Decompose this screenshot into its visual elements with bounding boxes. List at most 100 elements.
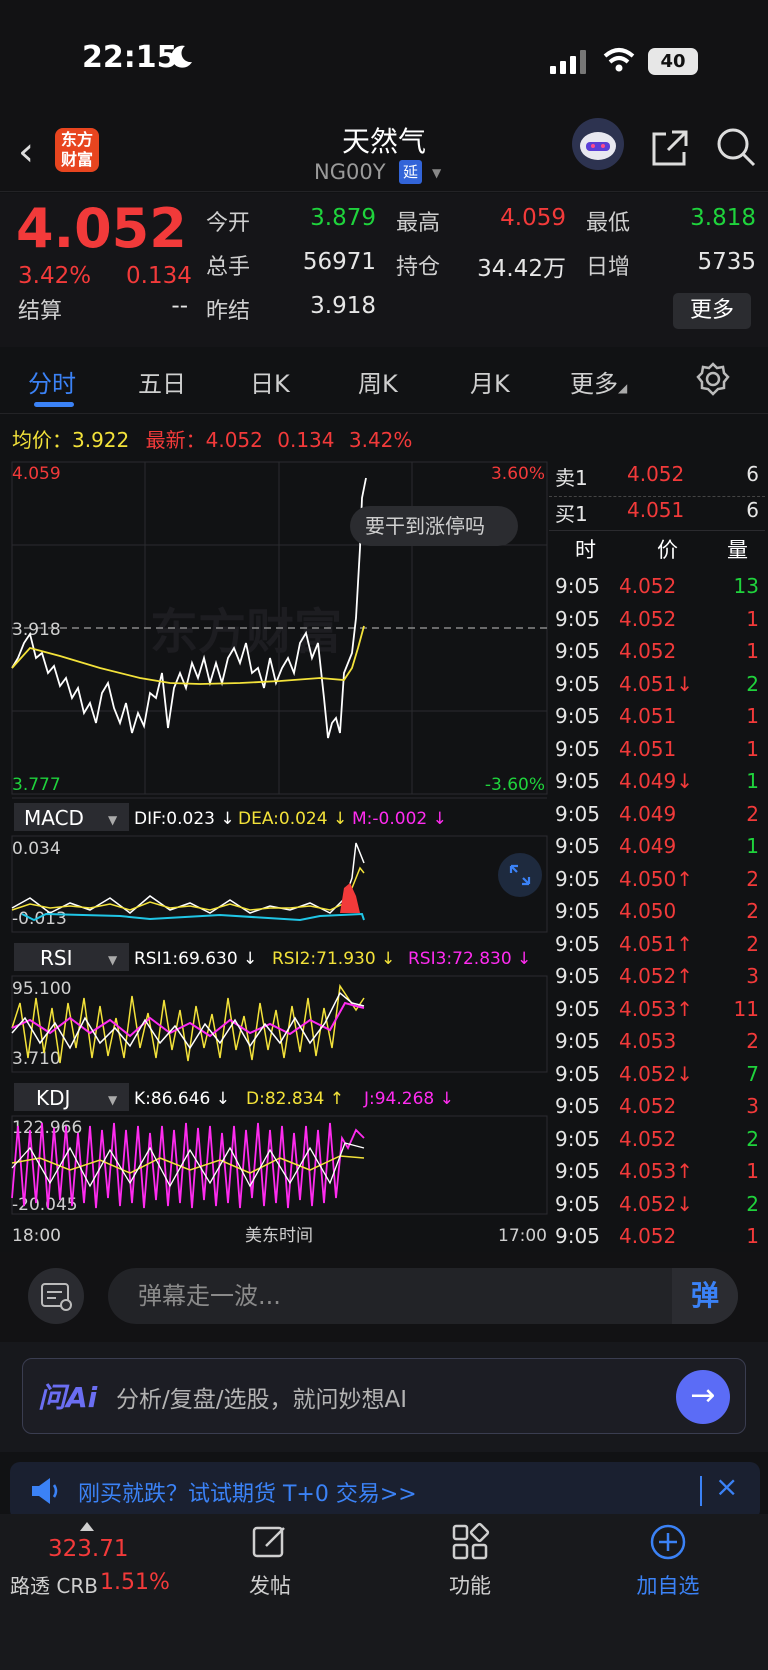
tab-weekly-k[interactable]: 周K bbox=[358, 364, 398, 399]
index-up-arrow-icon bbox=[80, 1522, 94, 1531]
trade-time: 9:05 bbox=[555, 931, 600, 956]
trade-volume: 2 bbox=[746, 899, 759, 923]
trade-price: 4.052↓ bbox=[619, 1061, 694, 1086]
y-mid-label: 3.918 bbox=[12, 620, 61, 640]
trade-volume: 1 bbox=[746, 639, 759, 663]
chart-tabs: 分时 五日 日K 周K 月K 更多◢ bbox=[0, 348, 768, 414]
gear-icon[interactable] bbox=[696, 362, 730, 396]
trade-time: 9:05 bbox=[555, 1094, 600, 1118]
trade-volume: 1 bbox=[746, 736, 759, 761]
trade-row: 9:05 4.052 2 bbox=[549, 1127, 765, 1159]
tab-monthly-k[interactable]: 月K bbox=[470, 364, 510, 399]
trade-volume: 2 bbox=[746, 801, 759, 826]
promo-text[interactable]: 刚买就跌？试试期货 T+0 交易>> bbox=[78, 1476, 417, 1508]
trade-row: 9:05 4.050↑ 2 bbox=[549, 867, 765, 899]
trade-price: 4.051↓ bbox=[619, 671, 694, 696]
settle-value: -- bbox=[171, 293, 188, 319]
daily-increase-value: 5735 bbox=[697, 249, 756, 275]
share-icon[interactable] bbox=[650, 128, 690, 168]
moon-icon bbox=[171, 45, 192, 68]
prev-settle-value: 3.918 bbox=[310, 293, 376, 319]
trade-volume: 1 bbox=[746, 1159, 759, 1183]
more-quote-button[interactable]: 更多 bbox=[673, 293, 751, 329]
trade-volume: 3 bbox=[746, 1094, 759, 1118]
kdj-d: D:82.834 ↑ bbox=[246, 1089, 344, 1109]
trade-time: 9:05 bbox=[555, 1029, 600, 1053]
trade-volume: 2 bbox=[746, 671, 759, 696]
svg-text:▼: ▼ bbox=[108, 1093, 118, 1107]
trade-time: 9:05 bbox=[555, 1126, 600, 1151]
add-circle-icon[interactable] bbox=[648, 1522, 688, 1562]
promo-banner[interactable]: 刚买就跌？试试期货 T+0 交易>> × bbox=[10, 1462, 760, 1520]
macd-m: M:-0.002 ↓ bbox=[352, 809, 447, 829]
index-name[interactable]: 路透 CRB bbox=[10, 1570, 98, 1599]
tab-more[interactable]: 更多◢ bbox=[570, 364, 627, 399]
active-tab-indicator bbox=[34, 402, 74, 407]
comment-settings-icon[interactable] bbox=[28, 1268, 84, 1324]
trade-row: 9:05 4.052 1 bbox=[549, 607, 765, 639]
danmaku-input[interactable]: 弹幕走一波... bbox=[108, 1268, 738, 1324]
low-label: 最低 bbox=[586, 211, 631, 236]
quote-panel: 4.052 3.42% 0.134 今开 3.879 最高 4.059 最低 3… bbox=[0, 193, 768, 347]
trade-row: 9:05 4.053↑ 11 bbox=[549, 997, 765, 1029]
last-price: 4.052 bbox=[16, 197, 187, 260]
trade-volume: 7 bbox=[746, 1061, 759, 1086]
tab-intraday[interactable]: 分时 bbox=[28, 364, 76, 399]
trade-price: 4.052 bbox=[619, 639, 677, 663]
search-icon[interactable] bbox=[715, 126, 757, 168]
daily-increase-label: 日增 bbox=[586, 255, 631, 280]
trade-price: 4.052↑ bbox=[619, 964, 694, 988]
macd-top: 0.034 bbox=[12, 839, 61, 859]
trade-time: 9:05 bbox=[555, 736, 600, 761]
kdj-bottom: -20.045 bbox=[12, 1195, 78, 1215]
macd-dea: DEA:0.024 ↓ bbox=[238, 809, 347, 829]
tab-five-day[interactable]: 五日 bbox=[138, 364, 186, 399]
high-label: 最高 bbox=[396, 211, 441, 236]
trade-time: 9:05 bbox=[555, 704, 600, 728]
trade-price: 4.052 bbox=[619, 1126, 677, 1151]
trade-price: 4.052↓ bbox=[619, 1191, 694, 1216]
rsi-panel: RSI ▼ RSI1:69.630 ↓ RSI2:71.930 ↓ RSI3:7… bbox=[11, 943, 548, 1073]
tab-daily-k[interactable]: 日K bbox=[250, 364, 290, 399]
index-pct[interactable]: 1.51% bbox=[100, 1570, 170, 1595]
trade-time: 9:05 bbox=[555, 801, 600, 826]
trade-row: 9:05 4.050 2 bbox=[549, 899, 765, 931]
chat-bubble[interactable]: 要干到涨停吗 bbox=[365, 514, 485, 538]
ai-input-placeholder[interactable]: 分析/复盘/选股，就问妙想AI bbox=[116, 1380, 407, 1414]
macd-histogram-positive bbox=[340, 883, 360, 913]
compose-icon[interactable] bbox=[250, 1522, 290, 1562]
rsi-top: 95.100 bbox=[12, 979, 71, 999]
robot-assistant-icon[interactable] bbox=[572, 118, 624, 170]
volume-value: 56971 bbox=[302, 249, 376, 275]
close-icon[interactable]: × bbox=[715, 1470, 738, 1503]
function-button[interactable]: 功能 bbox=[420, 1570, 520, 1600]
trade-price: 4.052 bbox=[619, 1094, 677, 1118]
high-value: 4.059 bbox=[500, 205, 566, 231]
contract-code[interactable]: NG00Y bbox=[314, 160, 386, 184]
danmaku-toggle-button[interactable]: 弹 bbox=[672, 1268, 738, 1324]
index-value[interactable]: 323.71 bbox=[48, 1536, 128, 1562]
promo-divider bbox=[700, 1476, 702, 1506]
trade-volume: 1 bbox=[746, 1224, 759, 1248]
battery-indicator: 40 bbox=[648, 48, 698, 75]
grid-icon[interactable] bbox=[450, 1522, 490, 1562]
add-watchlist-button[interactable]: 加自选 bbox=[618, 1570, 718, 1600]
trade-volume: 13 bbox=[733, 574, 759, 598]
trade-time: 9:05 bbox=[555, 899, 600, 923]
kdj-name[interactable]: KDJ bbox=[36, 1086, 70, 1110]
trade-time: 9:05 bbox=[555, 834, 600, 858]
chevron-down-icon[interactable]: ▼ bbox=[432, 166, 441, 180]
svg-text:▼: ▼ bbox=[108, 813, 118, 827]
svg-text:▼: ▼ bbox=[108, 953, 118, 967]
rsi-name[interactable]: RSI bbox=[40, 946, 73, 970]
macd-name[interactable]: MACD bbox=[24, 806, 84, 830]
bottom-bar: 323.71 路透 CRB 1.51% 发帖 功能 加自选 bbox=[0, 1514, 768, 1670]
kdj-k: K:86.646 ↓ bbox=[134, 1089, 230, 1109]
arrow-right-icon[interactable]: → bbox=[676, 1370, 730, 1424]
trade-volume: 2 bbox=[746, 1191, 759, 1216]
trade-volume: 1 bbox=[746, 769, 759, 793]
expand-chart-button[interactable] bbox=[498, 853, 542, 897]
intraday-chart[interactable]: 东方财富 4.059 3.918 3.777 3.60% -3.60% 要干到涨… bbox=[0, 458, 548, 1248]
post-button[interactable]: 发帖 bbox=[220, 1570, 320, 1600]
trade-time: 9:05 bbox=[555, 1159, 600, 1183]
